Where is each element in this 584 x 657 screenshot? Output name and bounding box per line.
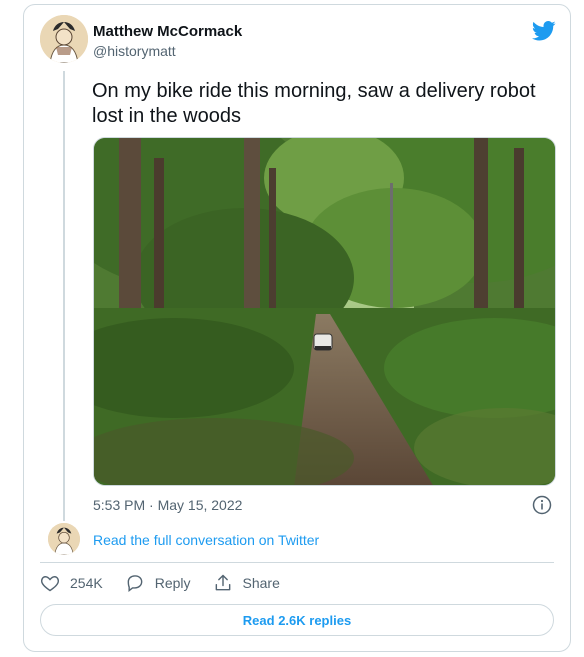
like-count: 254K — [70, 575, 103, 591]
author-handle[interactable]: @historymatt — [93, 43, 176, 59]
tweet-card: Matthew McCormack @historymatt On my bik… — [23, 4, 571, 652]
info-icon[interactable] — [532, 495, 552, 515]
read-replies-button[interactable]: Read 2.6K replies — [40, 604, 554, 636]
tweet-timestamp[interactable]: 5:53 PM · May 15, 2022 — [93, 497, 242, 513]
tweet-text: On my bike ride this morning, saw a deli… — [92, 80, 536, 127]
divider — [40, 562, 554, 563]
thread-line — [63, 71, 65, 521]
action-bar: 254K Reply Share — [40, 573, 280, 593]
reply-label: Reply — [154, 575, 191, 591]
tweet-photo[interactable] — [93, 137, 556, 486]
read-full-conversation-link[interactable]: Read the full conversation on Twitter — [93, 532, 319, 548]
share-label: Share — [242, 575, 280, 591]
share-icon — [215, 574, 230, 591]
reply-bubble-icon — [127, 575, 143, 592]
thread-avatar[interactable] — [48, 523, 80, 555]
author-name[interactable]: Matthew McCormack — [93, 23, 242, 40]
author-avatar[interactable] — [40, 15, 88, 63]
twitter-bird-icon[interactable] — [532, 21, 556, 41]
heart-icon — [40, 576, 60, 592]
like-button[interactable]: 254K — [40, 573, 103, 593]
reply-button[interactable]: Reply — [125, 573, 191, 593]
share-button[interactable]: Share — [213, 573, 280, 593]
